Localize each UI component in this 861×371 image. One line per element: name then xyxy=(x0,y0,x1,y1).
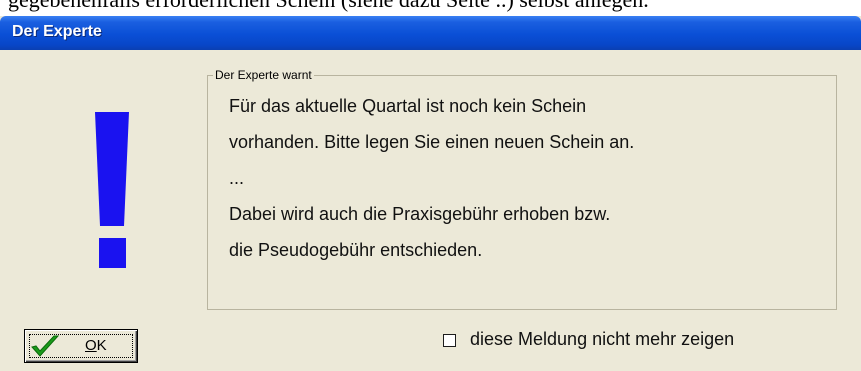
background-document-strip: gegebenenfalls erforderlichen Schein (si… xyxy=(0,0,861,16)
checkmark-icon xyxy=(31,335,60,357)
message-line-1: Für das aktuelle Quartal ist noch kein S… xyxy=(229,96,587,116)
ok-button-label: OK xyxy=(85,337,107,354)
message-line-3: ... xyxy=(229,168,245,188)
groupbox-legend: Der Experte warnt xyxy=(213,68,314,82)
dont-show-again-label[interactable]: diese Meldung nicht mehr zeigen xyxy=(470,329,734,350)
exclamation-icon xyxy=(95,112,129,268)
ok-button[interactable]: OK xyxy=(24,329,138,363)
dont-show-again-checkbox[interactable] xyxy=(443,334,456,347)
message-line-5: die Pseudogebühr entschieden. xyxy=(229,240,483,260)
title-bar[interactable]: Der Experte xyxy=(0,16,861,50)
dialog-window: Der Experte Der Experte warnt Für das ak… xyxy=(0,16,861,371)
ok-label-rest: K xyxy=(96,337,107,354)
background-document-text: gegebenenfalls erforderlichen Schein (si… xyxy=(8,0,649,13)
ok-mnemonic: O xyxy=(85,337,97,354)
message-line-4: Dabei wird auch die Praxisgebühr erhoben… xyxy=(229,204,611,224)
message-line-2: vorhanden. Bitte legen Sie einen neuen S… xyxy=(229,132,635,152)
window-title: Der Experte xyxy=(12,23,102,40)
